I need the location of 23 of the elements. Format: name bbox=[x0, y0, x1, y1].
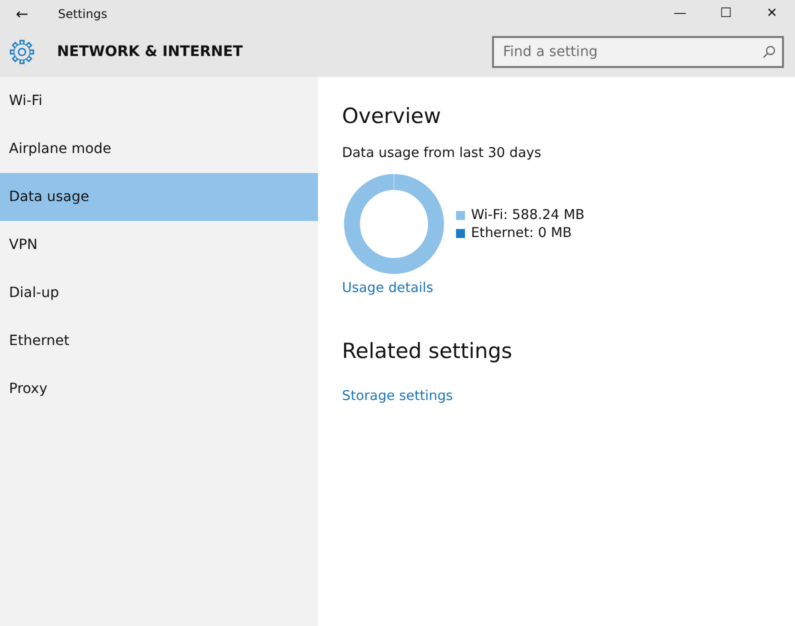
sidebar-item[interactable]: Dial-up bbox=[0, 269, 318, 317]
window-title: Settings bbox=[58, 6, 108, 20]
minimize-button[interactable]: — bbox=[657, 0, 703, 27]
usage-details-link[interactable]: Usage details bbox=[342, 280, 434, 296]
section-heading: Related settings bbox=[342, 338, 512, 365]
close-button[interactable]: ✕ bbox=[749, 0, 795, 27]
sidebar-item[interactable]: Wi-Fi bbox=[0, 77, 318, 125]
search-field[interactable]: Find a setting bbox=[492, 36, 784, 68]
sidebar-item[interactable]: Airplane mode bbox=[0, 125, 318, 173]
section-title: NETWORK & INTERNET bbox=[57, 44, 243, 60]
search-icon bbox=[762, 45, 776, 59]
sidebar-item[interactable]: VPN bbox=[0, 221, 318, 269]
gear-icon bbox=[9, 39, 35, 65]
legend-label: Wi-Fi: 588.24 MB bbox=[471, 207, 584, 223]
legend-label: Ethernet: 0 MB bbox=[471, 225, 572, 241]
sidebar-item[interactable]: Ethernet bbox=[0, 317, 318, 365]
section-heading: Overview bbox=[342, 103, 441, 130]
settings-link[interactable]: Storage settings bbox=[342, 388, 453, 404]
sidebar-item[interactable]: Data usage bbox=[0, 173, 318, 221]
maximize-button[interactable]: ☐ bbox=[703, 0, 749, 27]
chart-caption: Data usage from last 30 days bbox=[342, 145, 542, 161]
back-button[interactable]: ← bbox=[0, 0, 44, 27]
sidebar-item[interactable]: Proxy bbox=[0, 365, 318, 413]
